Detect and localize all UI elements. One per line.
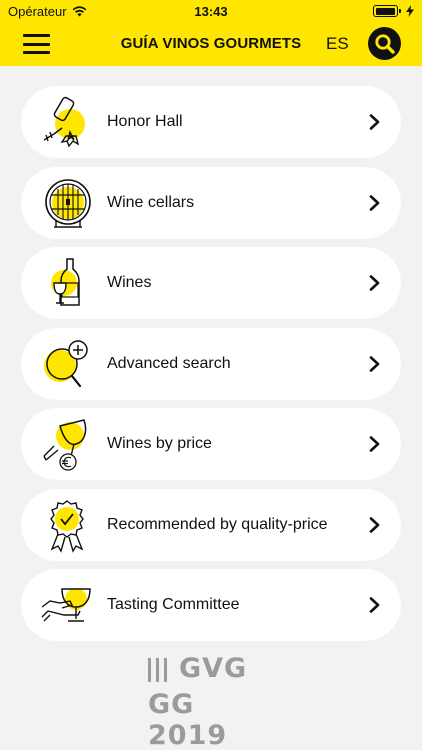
charging-bolt-icon [406,5,414,17]
main-menu-list: Honor Hall Wine cellars Wines Advanced s… [21,86,401,650]
chevron-right-icon [369,516,380,533]
magnifier-plus-icon [44,339,88,387]
battery-fill [375,7,395,15]
menu-item-label: Wines by price [107,435,212,452]
logo-bars-icon [148,656,167,682]
status-bar: Opérateur 13:43 [0,0,422,22]
gvg-logo: GVG GG 2019 [148,653,278,750]
menu-item-label: Recommended by quality-price [107,515,328,533]
chevron-right-icon [369,194,380,211]
menu-item-label: Tasting Committee [107,596,240,613]
hamburger-line [23,51,50,54]
menu-item-wines[interactable]: Wines [21,247,401,319]
menu-item-label: Wine cellars [107,193,195,211]
menu-item-tasting-committee[interactable]: Tasting Committee [21,569,401,641]
search-button[interactable] [368,27,401,60]
menu-item-honor-hall[interactable]: Honor Hall [21,86,401,158]
barrel-icon [45,178,91,228]
glass-euro-icon [43,419,87,471]
logo-top-row: GVG [148,653,247,684]
corkscrew-award-icon [43,96,85,148]
chevron-right-icon [369,597,380,613]
chevron-right-icon [369,355,380,372]
menu-item-quality-price[interactable]: Recommended by quality-price [21,488,401,561]
logo-bottom-text: GG 2019 [148,689,228,750]
logo-top-text: GVG [179,653,248,684]
status-time: 13:43 [194,3,228,19]
menu-item-label: Wines [107,274,152,291]
chevron-right-icon [369,275,380,291]
hamburger-menu-button[interactable] [23,34,50,54]
menu-item-label: Advanced search [107,354,231,372]
search-icon [374,33,395,54]
hamburger-line [23,34,50,37]
chevron-right-icon [369,436,380,452]
menu-item-wines-by-price[interactable]: Wines by price [21,408,401,480]
status-left: Opérateur [8,4,158,19]
ribbon-medal-icon [50,499,84,553]
nav-bar: GUÍA VINOS GOURMETS ES [0,22,422,66]
menu-item-advanced-search[interactable]: Advanced search [21,327,401,400]
carrier-label: Opérateur [8,3,67,19]
app-title: GUÍA VINOS GOURMETS [120,35,302,52]
wine-bottle-glass-icon [51,258,80,306]
wifi-icon [72,5,86,16]
battery-icon [373,5,401,17]
status-right [264,5,414,17]
hand-glass-icon [41,588,91,622]
chevron-right-icon [369,114,380,130]
menu-item-label: Honor Hall [107,113,183,130]
language-button[interactable]: ES [326,34,349,54]
hamburger-line [23,42,50,46]
menu-item-wine-cellars[interactable]: Wine cellars [21,166,401,239]
